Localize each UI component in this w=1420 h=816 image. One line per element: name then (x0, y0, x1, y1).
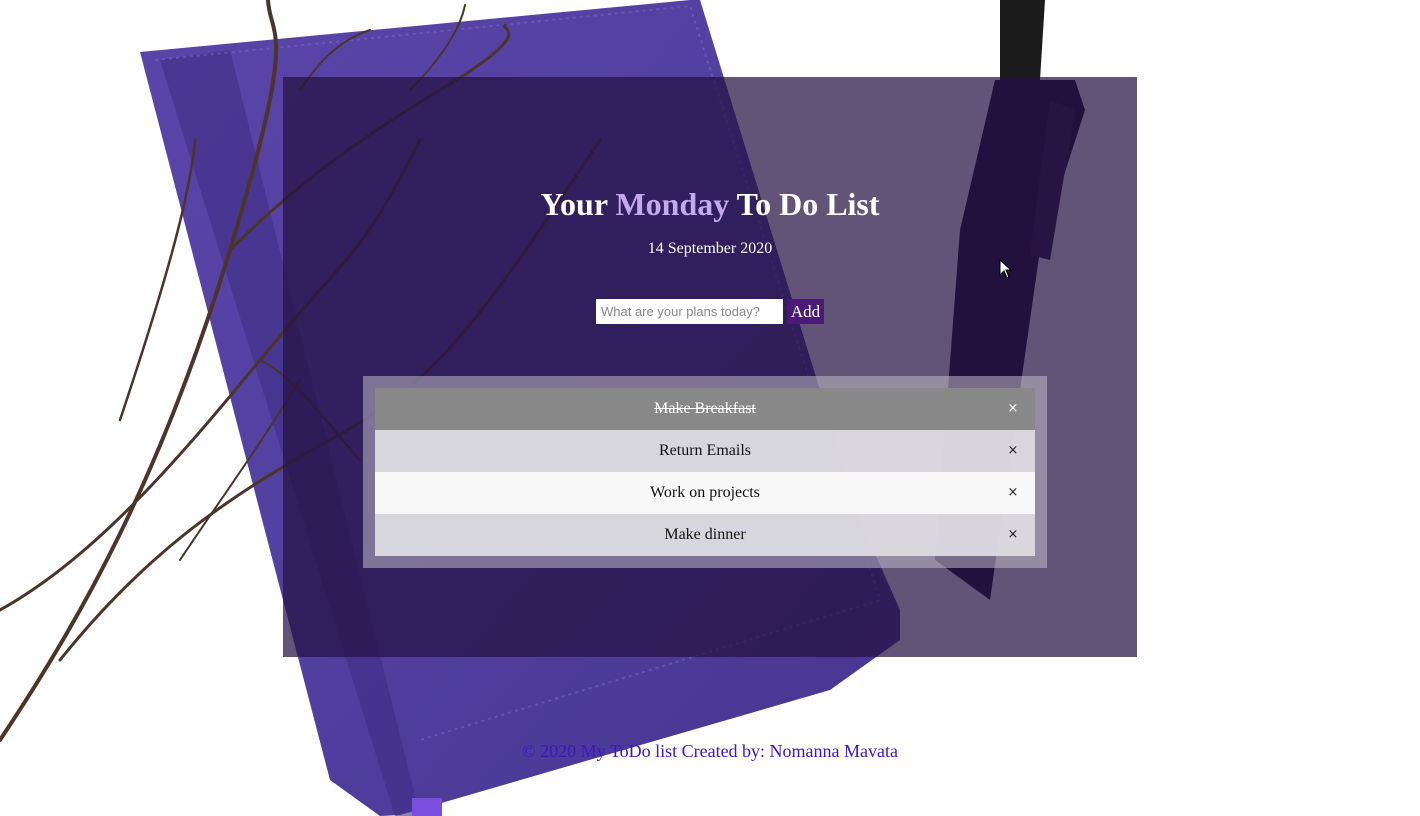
add-todo-form: Add (596, 299, 824, 324)
page-title: Your Monday To Do List (0, 186, 1420, 223)
mouse-cursor-icon (999, 259, 1013, 279)
footer-credit: © 2020 My ToDo list Created by: Nomanna … (521, 741, 899, 761)
todo-list-container: Make Breakfast × Return Emails × Work on… (363, 376, 1047, 568)
current-date: 14 September 2020 (647, 240, 773, 257)
close-icon[interactable]: × (1007, 514, 1019, 556)
todo-list: Make Breakfast × Return Emails × Work on… (375, 388, 1035, 556)
title-suffix: To Do List (736, 186, 880, 222)
todo-item[interactable]: Work on projects × (375, 472, 1035, 514)
ribbon-bookmark (412, 798, 442, 816)
todo-item[interactable]: Return Emails × (375, 430, 1035, 472)
todo-item-text: Make Breakfast (654, 400, 756, 417)
todo-item-text: Return Emails (659, 442, 751, 459)
title-day: Monday (615, 186, 730, 222)
todo-card (283, 77, 1137, 657)
todo-item-text: Make dinner (664, 526, 746, 543)
todo-item-text: Work on projects (650, 484, 760, 501)
title-prefix: Your (540, 186, 608, 222)
todo-item[interactable]: Make Breakfast × (375, 388, 1035, 430)
close-icon[interactable]: × (1007, 430, 1019, 472)
close-icon[interactable]: × (1007, 388, 1019, 430)
close-icon[interactable]: × (1007, 472, 1019, 514)
todo-input[interactable] (596, 299, 783, 324)
add-button[interactable]: Add (787, 299, 824, 324)
todo-item[interactable]: Make dinner × (375, 514, 1035, 556)
